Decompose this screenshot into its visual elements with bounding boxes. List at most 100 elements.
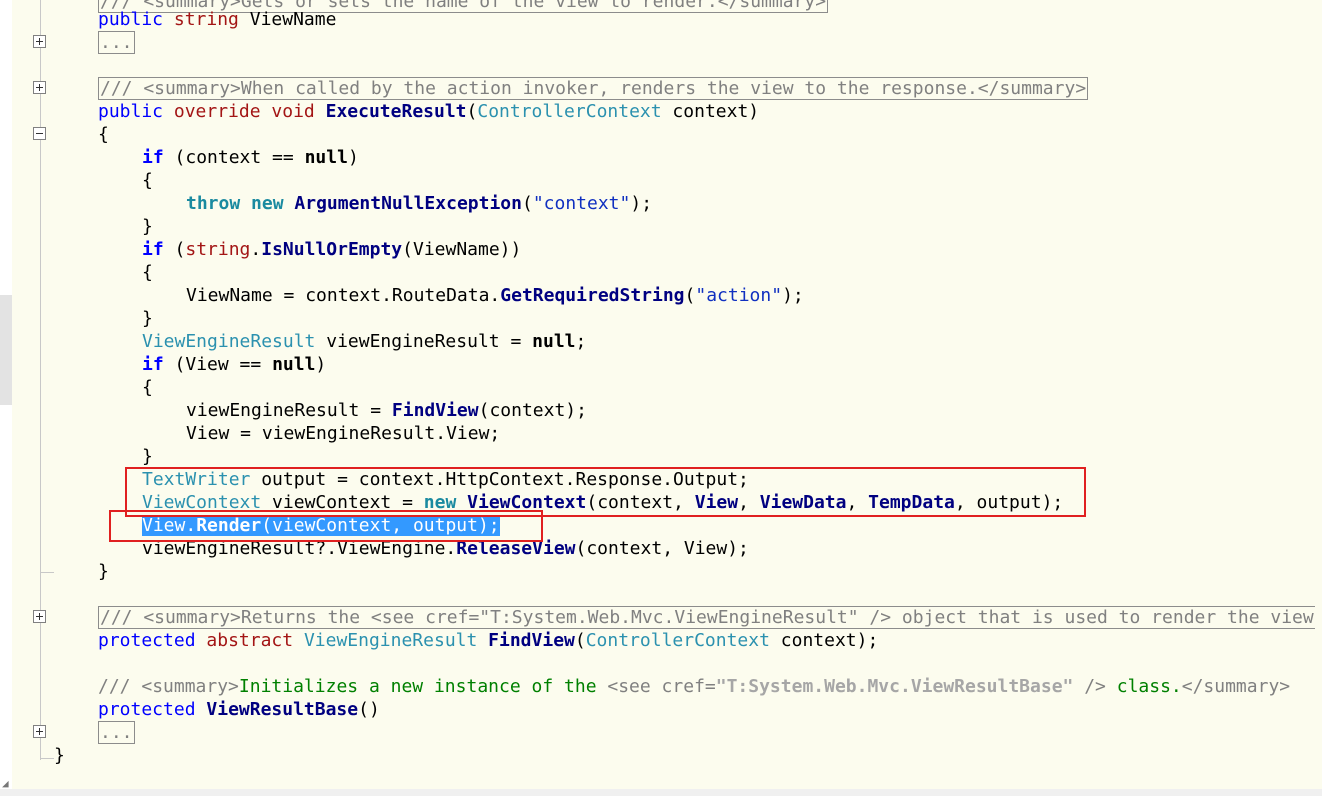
code-line: if (View == null): [142, 353, 326, 376]
method-name: IsNullOrEmpty: [261, 239, 403, 260]
expand-icon[interactable]: [33, 610, 46, 623]
code-line: protected ViewResultBase(): [98, 698, 380, 721]
type-name: ArgumentNullException: [294, 193, 522, 214]
code-line: ViewName = context.RouteData.GetRequired…: [186, 284, 804, 307]
code-line: View = viewEngineResult.View;: [186, 422, 500, 445]
doc-comment[interactable]: /// <summary>Returns the <see cref="T:Sy…: [98, 606, 1315, 629]
code-line: protected abstract ViewEngineResult Find…: [98, 629, 878, 652]
code-line: {: [142, 169, 153, 192]
expand-icon[interactable]: [33, 81, 46, 94]
doc-cref: "T:System.Web.Mvc.ViewResultBase": [715, 676, 1074, 697]
punct: (: [163, 239, 186, 260]
doc-tag: </summary>: [1181, 676, 1291, 697]
method-name: FindView: [488, 630, 575, 651]
keyword: if: [142, 147, 164, 168]
code-text: View = viewEngineResult.View;: [186, 423, 501, 444]
code-line: }: [142, 215, 153, 238]
identifier: ViewName: [238, 9, 337, 30]
punct: (: [466, 101, 478, 122]
doc-slashes: ///: [98, 676, 142, 697]
expand-icon[interactable]: [33, 725, 46, 738]
doc-text: Initializes a new instance of the: [238, 676, 608, 697]
code-line: throw new ArgumentNullException("context…: [186, 192, 652, 215]
punct: (): [358, 699, 380, 720]
code-line: ...: [98, 31, 135, 54]
punct: .: [250, 239, 262, 260]
doc-tag: <see cref=: [607, 676, 716, 697]
method-name: GetRequiredString: [500, 285, 685, 306]
keyword: void: [271, 101, 315, 122]
code-line: /// <summary>Initializes a new instance …: [98, 675, 1290, 698]
code-line: public string ViewName: [98, 8, 336, 31]
outline-end-tick: [40, 572, 54, 573]
keyword: protected: [98, 630, 196, 651]
scrollbar-thumb[interactable]: [0, 295, 12, 405]
type-name: ViewEngineResult: [303, 630, 478, 651]
punct: );: [630, 193, 653, 214]
string-literal: "context": [532, 193, 631, 214]
outline-end-tick: [40, 758, 54, 759]
code-line: }: [98, 560, 109, 583]
brace: {: [98, 124, 109, 145]
code-line: /// <summary>Returns the <see cref="T:Sy…: [98, 606, 1315, 629]
code-line: }: [142, 445, 153, 468]
collapsed-region[interactable]: ...: [98, 31, 135, 54]
collapse-icon[interactable]: [33, 127, 46, 140]
method-name: FindView: [391, 400, 479, 421]
doc-comment[interactable]: /// <summary>When called by the action i…: [98, 77, 1089, 100]
code-line: viewEngineResult = FindView(context);: [186, 399, 587, 422]
code-text: (View ==: [163, 354, 273, 375]
brace: {: [142, 262, 153, 283]
code-text: (context, View);: [575, 538, 749, 559]
brace: }: [142, 308, 153, 329]
code-line: /// <summary>When called by the action i…: [98, 77, 1089, 100]
left-scroll-strip[interactable]: ◢: [0, 0, 12, 796]
method-name: ExecuteResult: [325, 101, 467, 122]
keyword: if: [142, 354, 164, 375]
brace: }: [54, 745, 65, 766]
highlight-box: [109, 510, 543, 542]
keyword: if: [142, 239, 164, 260]
code-line: if (context == null): [142, 146, 359, 169]
keyword: null: [272, 354, 316, 375]
keyword: string: [185, 239, 251, 260]
type-name: ControllerContext: [585, 630, 770, 651]
punct: ): [315, 354, 327, 375]
outline-guide-line: [40, 0, 41, 760]
punct: (: [521, 193, 533, 214]
collapsed-region[interactable]: ...: [98, 721, 135, 744]
code-line: {: [142, 261, 153, 284]
keyword: null: [304, 147, 348, 168]
code-line: }: [54, 744, 65, 767]
punct: ): [347, 147, 359, 168]
punct: (: [574, 630, 586, 651]
keyword: new: [251, 193, 284, 214]
code-line: {: [98, 123, 109, 146]
keyword: throw: [186, 193, 241, 214]
brace: }: [142, 446, 153, 467]
keyword: override: [173, 101, 261, 122]
code-line: ViewEngineResult viewEngineResult = null…: [142, 330, 586, 353]
code-line: if (string.IsNullOrEmpty(ViewName)): [142, 238, 521, 261]
code-text: (context ==: [163, 147, 305, 168]
keyword: protected: [98, 699, 196, 720]
punct: (: [684, 285, 696, 306]
doc-tag: <summary>: [141, 676, 239, 697]
brace: }: [98, 561, 109, 582]
brace: }: [142, 216, 153, 237]
keyword: public: [98, 101, 164, 122]
type-name: ControllerContext: [477, 101, 662, 122]
code-text: (ViewName)): [402, 239, 522, 260]
expand-icon[interactable]: [33, 35, 46, 48]
type-name: ViewEngineResult: [142, 331, 316, 352]
horizontal-scrollbar[interactable]: [0, 789, 1322, 796]
brace: {: [142, 170, 153, 191]
keyword: abstract: [206, 630, 294, 651]
identifier: context): [661, 101, 760, 122]
keyword: string: [173, 9, 239, 30]
keyword: public: [98, 9, 164, 30]
method-name: ViewResultBase: [206, 699, 359, 720]
punct: );: [782, 285, 804, 306]
brace: {: [142, 377, 153, 398]
code-line: {: [142, 376, 153, 399]
